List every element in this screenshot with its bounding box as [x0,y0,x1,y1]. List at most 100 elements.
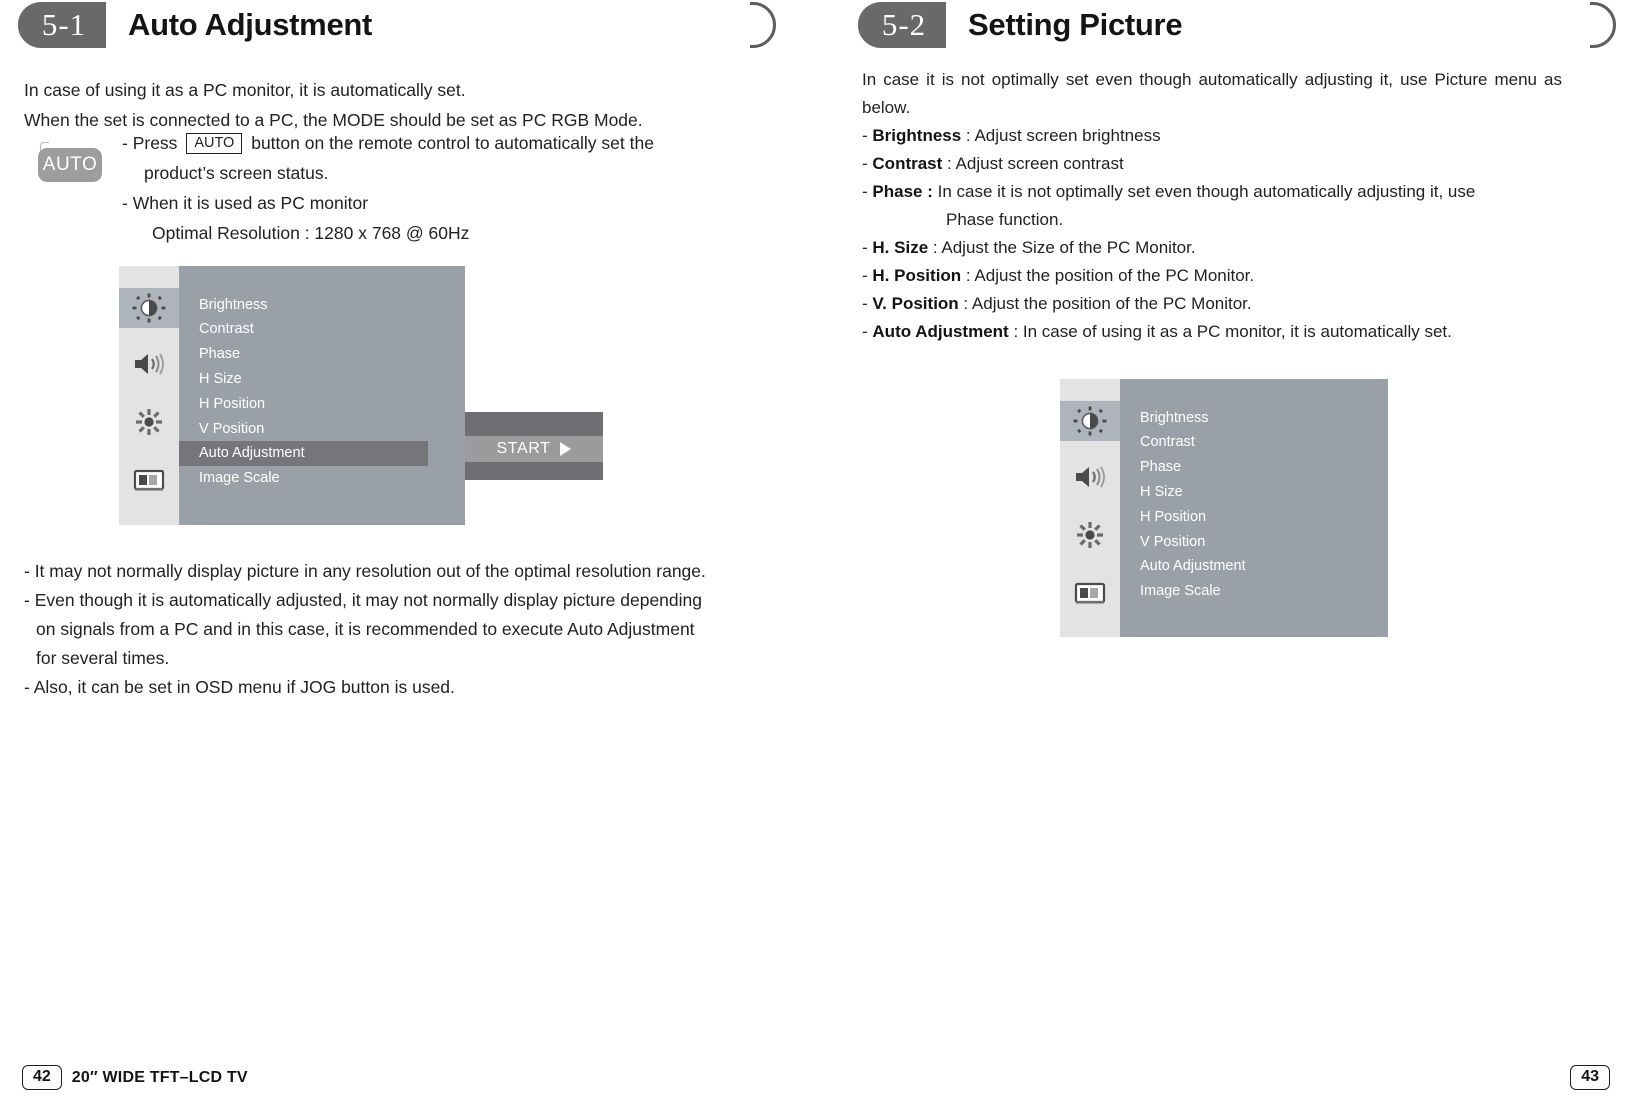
picture-item-phase-cont: Phase function. [946,210,1064,229]
left-section-header: 5-1 Auto Adjustment [18,0,776,54]
item-term: Brightness [872,126,962,145]
osd-item-image-scale[interactable]: Image Scale [1120,579,1368,604]
left-page-number: 42 [22,1065,62,1090]
intro-line-1: In case of using it as a PC monitor, it … [24,80,466,100]
left-section-number: 5-1 [18,2,106,48]
osd-icon-column [119,266,179,525]
osd-start-band[interactable]: START [465,436,603,462]
press-line-2: product’s screen status. [144,163,329,183]
item-desc: Adjust screen contrast [955,154,1124,173]
brightness-icon[interactable] [1060,401,1120,441]
press-line-1: - Press AUTO button on the remote contro… [122,128,712,158]
item-desc: In case of using it as a PC monitor, it … [1022,322,1452,341]
osd-start-panel: START [465,412,603,480]
osd-menu-right[interactable]: Brightness Contrast Phase H Size H Position V… [1060,379,1388,637]
osd-item-h-size[interactable]: H Size [1120,479,1368,504]
right-footer: 43 [1570,1065,1610,1090]
osd-item-column: Brightness Contrast Phase H Size H Position V… [179,266,465,525]
right-body-text: In case it is not optimally set even tho… [862,66,1562,346]
item-term: H. Position [872,266,962,285]
left-page: 5-1 Auto Adjustment In case of using it … [0,0,790,1104]
osd-item-h-position[interactable]: H Position [1120,504,1368,529]
setup-gear-icon[interactable] [1060,515,1120,555]
osd-item-v-position[interactable]: V Position [1120,529,1368,554]
auto-remote-button[interactable]: AUTO [38,148,102,182]
item-sep: : [961,266,975,285]
picture-item-phase: - Phase : In case it is not optimally se… [862,178,1562,206]
brightness-icon[interactable] [119,288,179,328]
osd-item-brightness[interactable]: Brightness [179,292,428,317]
item-sep: : [928,238,942,257]
right-section-header: 5-2 Setting Picture [858,0,1616,54]
osd-item-h-size[interactable]: H Size [179,366,428,391]
picture-item-hsize: - H. Size : Adjust the Size of the PC Mo… [862,234,1562,262]
right-page-number: 43 [1570,1065,1610,1090]
right-page: 5-2 Setting Picture In case it is not op… [840,0,1630,1104]
item-dash: - [862,322,868,341]
item-term: V. Position [872,294,959,313]
item-sep: : [1008,322,1023,341]
osd-item-auto-adjustment[interactable]: Auto Adjustment [1120,554,1368,579]
item-term: Phase : [872,182,933,201]
item-dash: - [862,238,868,257]
item-dash: - [862,154,868,173]
left-footer: 42 20″ WIDE TFT–LCD TV [22,1065,248,1090]
picture-item-vposition: - V. Position : Adjust the position of t… [862,290,1562,318]
note-2-cont-a: on signals from a PC and in this case, i… [36,619,695,639]
item-sep: : [958,294,972,313]
osd-item-auto-adjustment[interactable]: Auto Adjustment [179,440,428,466]
press-line-4: Optimal Resolution : 1280 x 768 @ 60Hz [152,223,470,243]
note-1: - It may not normally display picture in… [24,561,706,581]
osd-item-v-position[interactable]: V Position [179,416,428,441]
item-dash: - [862,182,868,201]
press-line-3: - When it is used as PC monitor [122,193,369,213]
item-sep: : [942,154,956,173]
item-desc: Adjust screen brightness [974,126,1161,145]
item-desc: Adjust the position of the PC Monitor. [971,294,1252,313]
left-footer-label: 20″ WIDE TFT–LCD TV [71,1068,248,1086]
item-desc: Adjust the Size of the PC Monitor. [941,238,1196,257]
osd-item-image-scale[interactable]: Image Scale [179,466,428,491]
osd-icon-column [1060,379,1120,637]
left-intro-text: In case of using it as a PC monitor, it … [24,76,744,136]
press-prefix: - Press [122,133,178,153]
note-3: - Also, it can be set in OSD menu if JOG… [24,677,455,697]
picture-item-autoadjustment: - Auto Adjustment : In case of using it … [862,318,1562,346]
osd-item-brightness[interactable]: Brightness [1120,405,1368,430]
picture-item-hposition: - H. Position : Adjust the position of t… [862,262,1562,290]
picture-item-brightness: - Brightness : Adjust screen brightness [862,122,1562,150]
right-page-title: Setting Picture [968,2,1197,48]
item-dash: - [862,126,868,145]
image-scale-icon[interactable] [119,460,179,500]
item-term: H. Size [872,238,929,257]
osd-item-contrast[interactable]: Contrast [179,317,428,342]
press-instructions: - Press AUTO button on the remote contro… [122,128,712,248]
osd-start-label: START [496,440,551,457]
right-intro: In case it is not optimally set even tho… [862,70,1562,117]
manual-page-spread: 5-1 Auto Adjustment In case of using it … [0,0,1630,1104]
setup-gear-icon[interactable] [119,402,179,442]
speaker-icon[interactable] [1060,457,1120,497]
note-2: - Even though it is automatically adjust… [24,590,703,610]
osd-item-phase[interactable]: Phase [1120,455,1368,480]
item-sep: : [961,126,975,145]
item-desc: In case it is not optimally set even tho… [937,182,1476,201]
osd-item-contrast[interactable]: Contrast [1120,430,1368,455]
item-term: Auto Adjustment [872,322,1009,341]
note-2-cont-b: for several times. [36,648,170,668]
item-term: Contrast [872,154,943,173]
item-dash: - [862,266,868,285]
auto-inline-key: AUTO [186,133,243,154]
osd-menu-left[interactable]: Brightness Contrast Phase H Size H Position V… [119,266,465,525]
osd-item-phase[interactable]: Phase [179,342,428,367]
image-scale-icon[interactable] [1060,573,1120,613]
right-section-number: 5-2 [858,2,946,48]
osd-item-h-position[interactable]: H Position [179,391,428,416]
picture-item-contrast: - Contrast : Adjust screen contrast [862,150,1562,178]
press-suffix: button on the remote control to automati… [251,133,654,153]
item-desc: Adjust the position of the PC Monitor. [974,266,1255,285]
left-page-title: Auto Adjustment [128,2,387,48]
start-arrow-icon [560,442,572,456]
item-dash: - [862,294,868,313]
speaker-icon[interactable] [119,344,179,384]
